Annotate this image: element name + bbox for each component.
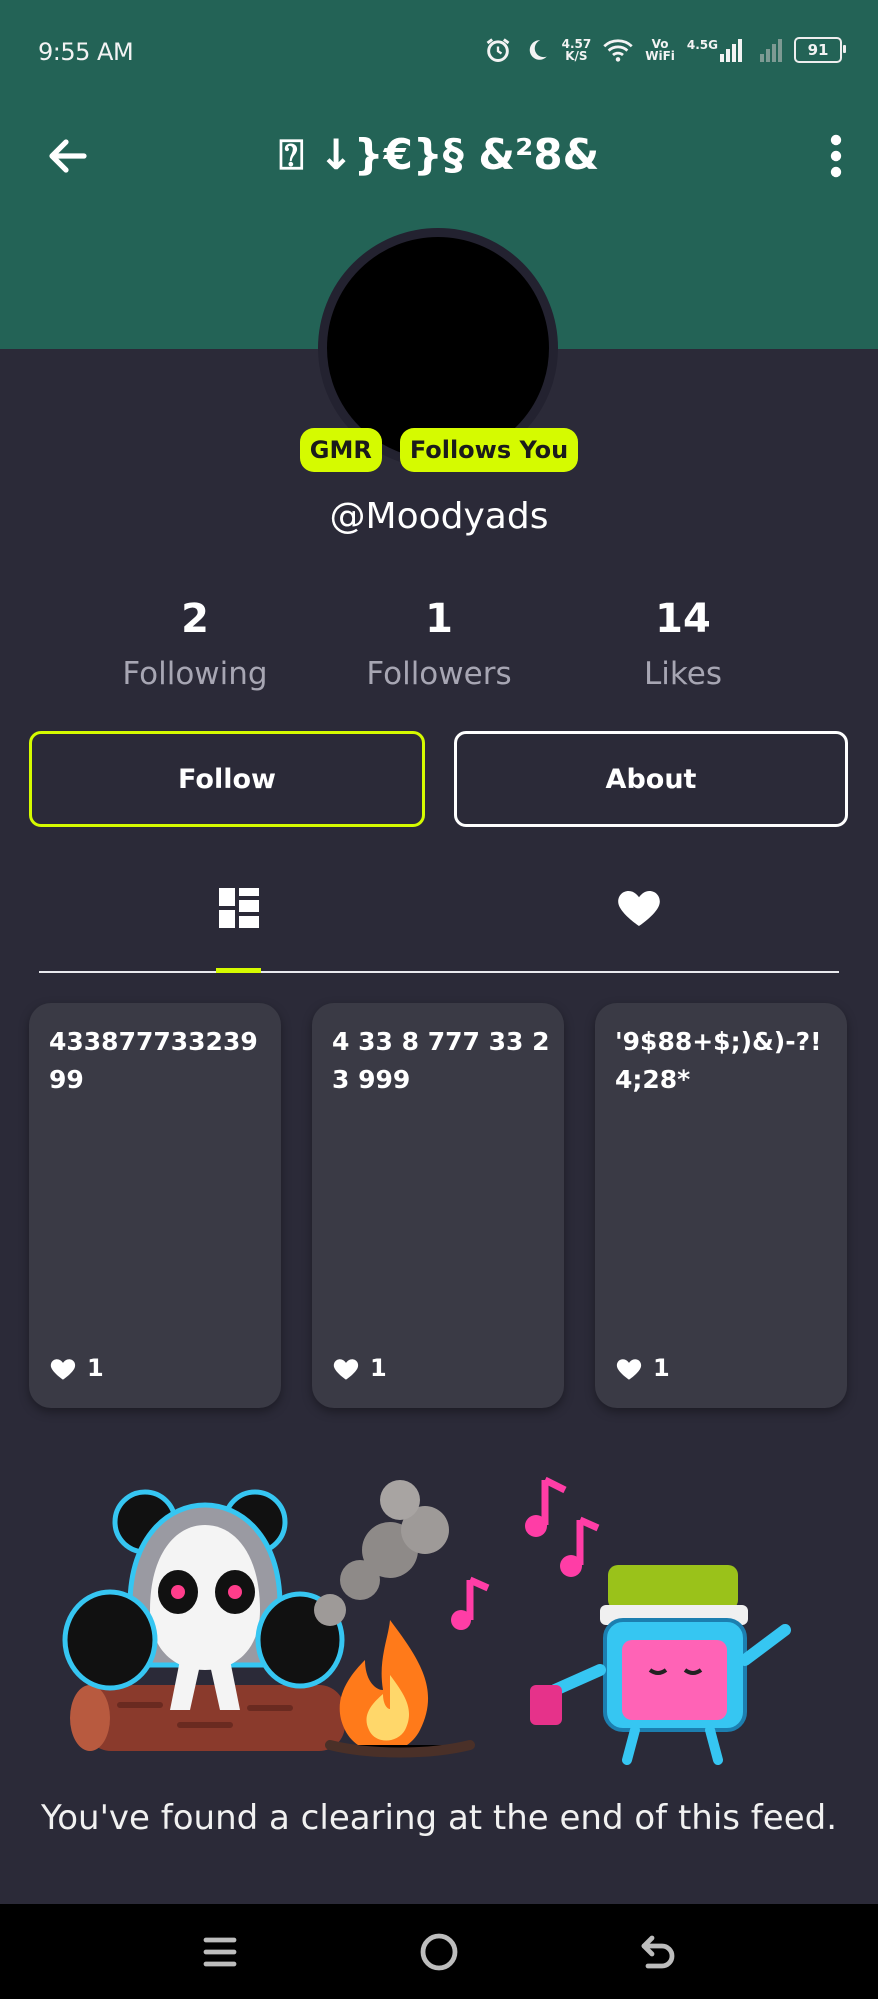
stat-label: Likes bbox=[644, 656, 722, 692]
music-notes bbox=[451, 1476, 600, 1630]
signal-icon-1: 4.5G bbox=[687, 38, 742, 62]
stat-following[interactable]: 2 Following bbox=[85, 596, 305, 692]
feed-end-message: You've found a clearing at the end of th… bbox=[40, 1798, 837, 1838]
like-count: 1 bbox=[87, 1354, 104, 1382]
grid-icon[interactable] bbox=[215, 884, 263, 932]
like-count: 1 bbox=[370, 1354, 387, 1382]
stat-value: 14 bbox=[655, 596, 711, 642]
system-nav-bar bbox=[0, 1904, 878, 1999]
status-bar: 9:55 AM 4.57 K/S Vo WiFi 4.5G 91 bbox=[0, 0, 878, 110]
stat-label: Following bbox=[122, 656, 268, 692]
post-likes[interactable]: 1 bbox=[332, 1354, 387, 1382]
jam-jar-character bbox=[530, 1565, 791, 1765]
heart-icon bbox=[333, 1359, 359, 1380]
signal-icon-2 bbox=[760, 38, 782, 62]
post-text: 4 33 8 777 33 2 3 999 bbox=[332, 1027, 550, 1094]
log bbox=[70, 1685, 345, 1751]
post-card[interactable]: 4 33 8 777 33 2 3 999 1 bbox=[312, 1003, 564, 1408]
vowifi-label: Vo WiFi bbox=[645, 37, 675, 63]
campfire bbox=[325, 1620, 475, 1758]
heart-icon bbox=[616, 1359, 642, 1380]
smoke bbox=[314, 1480, 449, 1626]
alarm-icon bbox=[486, 38, 509, 62]
moon-icon bbox=[529, 40, 547, 60]
wifi-icon bbox=[603, 39, 633, 62]
post-likes[interactable]: 1 bbox=[49, 1354, 104, 1382]
stat-value: 1 bbox=[425, 596, 453, 642]
stat-label: Followers bbox=[366, 656, 512, 692]
tab-divider bbox=[39, 971, 839, 973]
status-time: 9:55 AM bbox=[38, 38, 134, 66]
like-count: 1 bbox=[653, 1354, 670, 1382]
profile-badges: GMR Follows You bbox=[0, 428, 878, 472]
stat-value: 2 bbox=[181, 596, 209, 642]
post-card[interactable]: 433877733239 99 1 bbox=[29, 1003, 281, 1408]
stat-likes: 14 Likes bbox=[573, 596, 793, 692]
home-icon[interactable] bbox=[415, 1928, 463, 1976]
campfire-illustration bbox=[62, 1476, 791, 1765]
heart-icon[interactable] bbox=[615, 884, 663, 932]
menu-icon[interactable] bbox=[196, 1928, 244, 1976]
post-text: 433877733239 99 bbox=[49, 1027, 258, 1094]
about-button[interactable]: About bbox=[454, 731, 848, 827]
status-icons: 4.57 K/S Vo WiFi 4.5G 91 bbox=[484, 36, 846, 64]
battery-icon: 91 bbox=[794, 37, 846, 63]
more-options-icon[interactable] bbox=[816, 132, 856, 180]
back-icon[interactable] bbox=[634, 1928, 682, 1976]
post-card[interactable]: '9$88+$;)&)-?! 4;28* 1 bbox=[595, 1003, 847, 1408]
net-speed: 4.57 K/S bbox=[561, 37, 592, 63]
post-likes[interactable]: 1 bbox=[615, 1354, 670, 1382]
username: @Moodyads bbox=[329, 496, 549, 537]
follow-button[interactable]: Follow bbox=[29, 731, 425, 827]
active-tab-indicator bbox=[216, 968, 261, 973]
page-title: ⍰ ↓}€}§ &²8& bbox=[278, 130, 600, 179]
stat-followers[interactable]: 1 Followers bbox=[329, 596, 549, 692]
badge-follows-you: Follows You bbox=[399, 428, 579, 472]
panda-character bbox=[62, 1489, 345, 1710]
post-text: '9$88+$;)&)-?! 4;28* bbox=[615, 1027, 822, 1094]
heart-icon bbox=[50, 1359, 76, 1380]
badge-gmr: GMR bbox=[299, 428, 382, 472]
